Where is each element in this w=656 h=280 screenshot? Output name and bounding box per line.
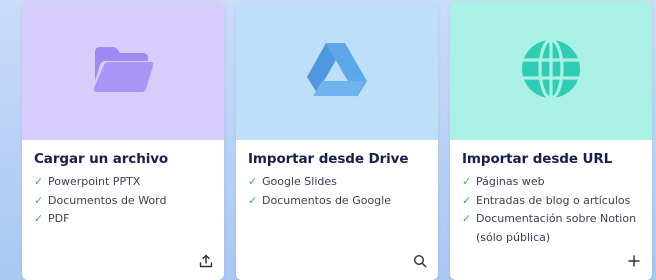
- list-item: ✓ Entradas de blog o artículos: [462, 192, 640, 211]
- feature-list: ✓ Powerpoint PPTX ✓ Documentos de Word ✓ PD…: [34, 173, 212, 229]
- list-item: ✓ Powerpoint PPTX: [34, 173, 212, 192]
- card-banner: [22, 1, 224, 140]
- list-item: ✓ Páginas web: [462, 173, 640, 192]
- check-icon: ✓: [248, 175, 258, 188]
- card-banner: [450, 1, 652, 140]
- feature-list: ✓ Páginas web ✓ Entradas de blog o artícul…: [462, 173, 640, 247]
- card-title: Importar desde URL: [462, 151, 613, 167]
- check-icon: ✓: [34, 175, 44, 188]
- import-drive-card[interactable]: Importar desde Drive ✓ Google Slides ✓ Doc…: [236, 1, 438, 280]
- upload-file-card[interactable]: Cargar un archivo ✓ Powerpoint PPTX ✓ Docu…: [22, 1, 224, 280]
- card-title: Cargar un archivo: [34, 151, 169, 167]
- list-item: ✓ Documentos de Google: [248, 192, 426, 211]
- list-item: ✓ Documentos de Word: [34, 192, 212, 211]
- list-item: ✓ PDF: [34, 210, 212, 229]
- import-url-card[interactable]: Importar desde URL ✓ Páginas web ✓ Entrada…: [450, 1, 652, 280]
- check-icon: ✓: [248, 193, 258, 207]
- list-item: ✓ Documentación sobre Notion: [462, 210, 640, 229]
- card-title: Importar desde Drive: [248, 151, 409, 167]
- list-item: (sólo pública): [476, 230, 551, 244]
- google-drive-icon: [305, 41, 369, 101]
- card-banner: [236, 1, 438, 140]
- globe-icon: [520, 37, 582, 104]
- check-icon: ✓: [462, 193, 472, 207]
- check-icon: ✓: [34, 193, 44, 207]
- check-icon: ✓: [34, 212, 44, 225]
- import-options: Cargar un archivo ✓ Powerpoint PPTX ✓ Docu…: [0, 0, 656, 280]
- upload-icon[interactable]: [198, 253, 214, 269]
- folder-icon: [91, 44, 155, 98]
- plus-icon[interactable]: [626, 253, 642, 269]
- check-icon: ✓: [462, 212, 472, 225]
- feature-list: ✓ Google Slides ✓ Documentos de Google: [248, 173, 426, 210]
- check-icon: ✓: [462, 175, 472, 188]
- search-icon[interactable]: [412, 253, 428, 269]
- list-item: ✓ Google Slides: [248, 173, 426, 192]
